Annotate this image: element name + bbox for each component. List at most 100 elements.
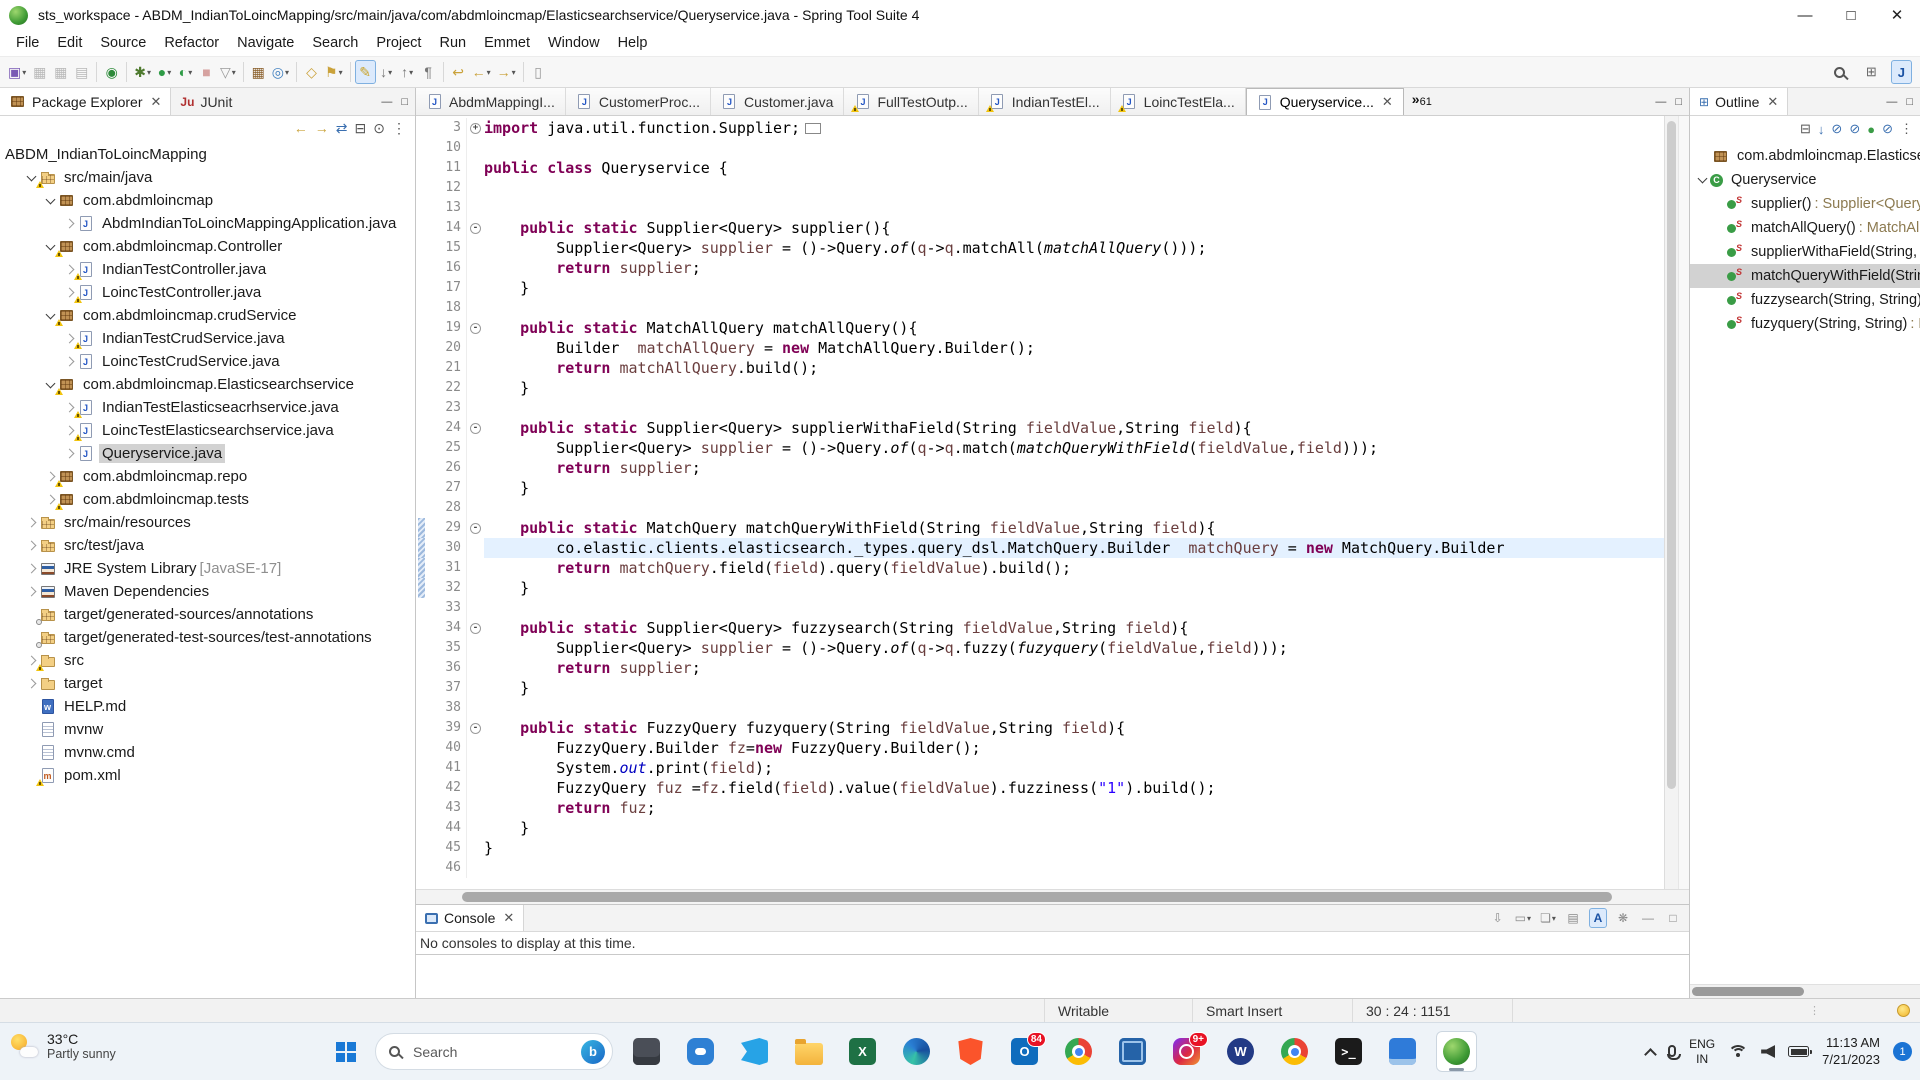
search-icon[interactable] [1831,60,1852,84]
pin-console-icon[interactable]: ⇩ [1489,908,1507,928]
outline-item[interactable]: Sfuzzysearch(String, String) : Supplier<… [1690,288,1920,312]
tree-item[interactable]: com.abdmloincmap.Elasticsearchservice [0,373,415,396]
editor-tab[interactable]: J Customer.java [710,88,845,115]
code-text[interactable]: return matchAllQuery.build(); [484,358,1664,378]
taskbar-calculator[interactable] [1382,1031,1423,1072]
menu-emmet[interactable]: Emmet [475,33,539,53]
taskbar-edge[interactable] [896,1031,937,1072]
taskbar-chrome[interactable] [1058,1031,1099,1072]
battery-icon[interactable] [1788,1046,1813,1057]
tab-outline[interactable]: ⊞ Outline ✕ [1690,88,1789,115]
chevron-collapsed-icon[interactable] [23,586,39,597]
tree-item[interactable]: J Queryservice.java [0,442,415,465]
menu-navigate[interactable]: Navigate [228,33,303,53]
fold-toggle-icon[interactable]: - [466,418,484,438]
code-text[interactable]: public static Supplier<Query> fuzzysearc… [484,618,1664,638]
menu-help[interactable]: Help [609,33,657,53]
code-text[interactable]: Supplier<Query> supplier = ()->Query.of(… [484,238,1664,258]
tree-item[interactable]: target [0,672,415,695]
code-text[interactable]: } [484,838,1664,858]
outline-item[interactable]: Ssupplier() : Supplier<Query> [1690,192,1920,216]
code-text[interactable]: import java.util.function.Supplier; [484,118,1664,138]
code-text[interactable]: } [484,818,1664,838]
code-text[interactable]: } [484,378,1664,398]
tree-item[interactable]: com.abdmloincmap.tests [0,488,415,511]
code-text[interactable]: public static FuzzyQuery fuzyquery(Strin… [484,718,1664,738]
editor-tab[interactable]: J CustomerProc... [565,88,711,115]
tree-item[interactable]: w HELP.md [0,695,415,718]
editor-tab[interactable]: J LoincTestEla... [1110,88,1246,115]
code-text[interactable] [484,298,1664,318]
chevron-expanded-icon[interactable] [42,378,58,388]
tree-item[interactable]: J LoincTestCrudService.java [0,350,415,373]
code-text[interactable]: return matchQuery.field(field).query(fie… [484,558,1664,578]
stop-icon[interactable]: ■ [196,60,217,84]
hide-non-public-icon[interactable]: ● [1867,122,1875,137]
code-text[interactable]: public static MatchAllQuery matchAllQuer… [484,318,1664,338]
code-text[interactable]: co.elastic.clients.elasticsearch._types.… [484,538,1664,558]
chevron-expanded-icon[interactable] [23,171,39,181]
new-wizard-icon[interactable]: ▣ ▾ [5,60,29,84]
display-console-icon[interactable]: ▭ ▾ [1514,908,1532,928]
minimize-button[interactable]: — [1782,0,1828,30]
tree-item[interactable]: Maven Dependencies [0,580,415,603]
new-class-icon[interactable]: ◎ ▾ [269,60,292,84]
microphone-icon[interactable] [1667,1044,1682,1060]
tree-item[interactable]: com.abdmloincmap.repo [0,465,415,488]
save-icon[interactable]: ▦ [29,60,50,84]
open-perspective-icon[interactable]: ⊞ [1860,60,1883,84]
tab-console[interactable]: Console ✕ [416,905,525,931]
chevron-expanded-icon[interactable] [1694,173,1710,184]
open-console-icon[interactable]: ❏ ▾ [1539,908,1557,928]
menu-project[interactable]: Project [367,33,430,53]
outline-item[interactable]: C Queryservice [1690,168,1920,192]
taskbar-excel[interactable]: X [842,1031,883,1072]
code-text[interactable] [484,398,1664,418]
prev-annotation-icon[interactable]: ↑ ▾ [397,60,418,84]
taskbar-chat[interactable] [680,1031,721,1072]
tree-item[interactable]: src/main/java [0,166,415,189]
tree-item[interactable]: J IndianTestElasticseacrhservice.java [0,396,415,419]
print-icon[interactable]: ▤ [71,60,92,84]
run-history-icon[interactable]: ▽ ▾ [217,60,239,84]
code-text[interactable]: public static Supplier<Query> supplier()… [484,218,1664,238]
tree-item[interactable]: J IndianTestController.java [0,258,415,281]
code-text[interactable] [484,138,1664,158]
last-edit-icon[interactable]: ↩ [448,60,469,84]
open-task-icon[interactable]: ◇ [301,60,322,84]
code-text[interactable] [484,198,1664,218]
menu-edit[interactable]: Edit [48,33,91,53]
forward-icon[interactable]: → [315,121,329,135]
fold-toggle-icon[interactable]: - [466,318,484,338]
taskbar-remote-desktop[interactable] [1112,1031,1153,1072]
clear-console-icon[interactable]: ▤ [1564,908,1582,928]
run-icon[interactable]: ● ▾ [154,60,175,84]
chevron-collapsed-icon[interactable] [61,218,77,229]
tree-item[interactable]: ABDM_IndianToLoincMapping [0,143,415,166]
code-text[interactable]: public class Queryservice { [484,158,1664,178]
minimize-icon[interactable]: — [1639,908,1657,928]
close-icon[interactable]: ✕ [503,910,514,926]
code-text[interactable]: } [484,278,1664,298]
fold-toggle-icon[interactable]: - [466,218,484,238]
mark-occurrences-icon[interactable]: ✎ [354,60,376,84]
collapsed-region-icon[interactable] [805,123,822,134]
coverage-icon[interactable]: ◐ ▾ [175,60,196,84]
close-button[interactable]: ✕ [1874,0,1920,30]
chevron-collapsed-icon[interactable] [23,678,39,689]
tab-junit[interactable]: Ju JUnit [171,88,241,115]
back-icon[interactable]: ← ▾ [469,60,494,84]
menu-refactor[interactable]: Refactor [155,33,228,53]
hide-static-icon[interactable]: ⊘ [1849,121,1860,137]
fold-toggle-icon[interactable]: - [466,618,484,638]
tree-item[interactable]: com.abdmloincmap.crudService [0,304,415,327]
code-text[interactable]: FuzzyQuery fuz =fz.field(field).value(fi… [484,778,1664,798]
tree-item[interactable]: JRE System Library [JavaSE-17] [0,557,415,580]
next-annotation-icon[interactable]: ↓ ▾ [376,60,397,84]
fold-toggle-icon[interactable]: - [466,518,484,538]
menu-file[interactable]: File [7,33,48,53]
code-text[interactable] [484,598,1664,618]
code-text[interactable]: return fuz; [484,798,1664,818]
view-menu-icon[interactable]: ⋮ [1900,121,1913,137]
maximize-button[interactable]: □ [1828,0,1874,30]
